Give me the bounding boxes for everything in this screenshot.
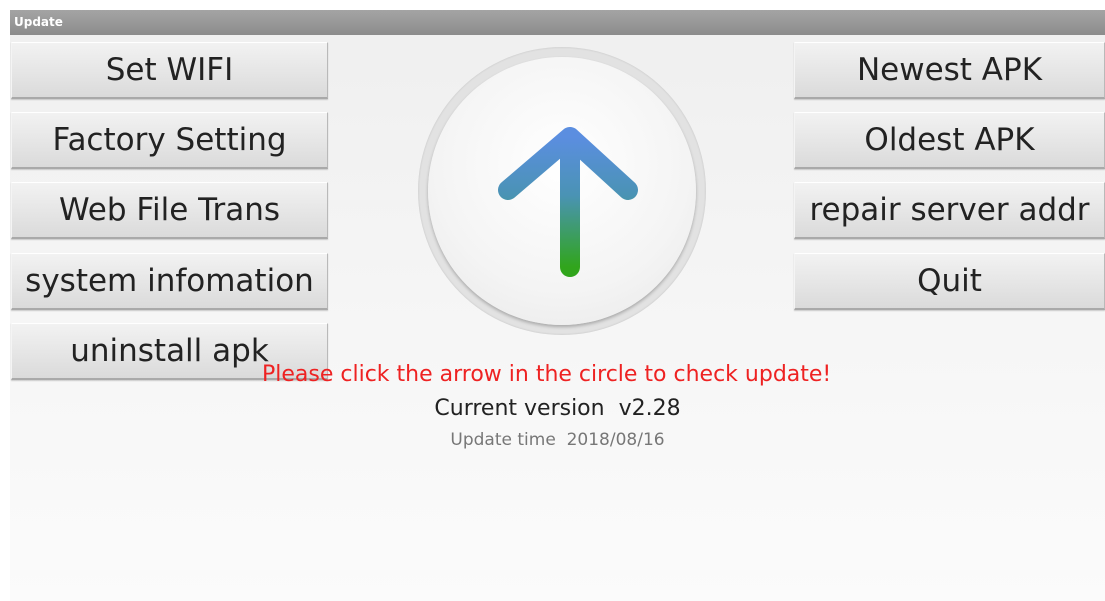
check-update-hint: Please click the arrow in the circle to … <box>262 362 832 387</box>
current-version-label: Current version <box>434 396 605 421</box>
update-circle-ring <box>418 47 706 335</box>
newest-apk-button[interactable]: Newest APK <box>794 42 1105 99</box>
title-bar: Update <box>10 10 1105 35</box>
window-title: Update <box>14 15 63 29</box>
set-wifi-button[interactable]: Set WIFI <box>11 42 328 99</box>
system-information-button[interactable]: system infomation <box>11 253 328 310</box>
repair-server-addr-button[interactable]: repair server addr <box>794 182 1105 239</box>
update-time-value: 2018/08/16 <box>566 430 665 450</box>
current-version: Current version v2.28 <box>10 396 1105 422</box>
current-version-value: v2.28 <box>618 396 681 421</box>
web-file-trans-button[interactable]: Web File Trans <box>11 182 328 239</box>
factory-setting-button[interactable]: Factory Setting <box>11 112 328 169</box>
check-update-button[interactable] <box>428 57 696 325</box>
update-time-label: Update time <box>450 430 556 450</box>
arrow-up-icon[interactable] <box>428 57 696 325</box>
quit-button[interactable]: Quit <box>794 253 1105 310</box>
update-window: Update Set WIFI Factory Setting Web File… <box>10 10 1105 601</box>
oldest-apk-button[interactable]: Oldest APK <box>794 112 1105 169</box>
update-time: Update time 2018/08/16 <box>10 430 1105 450</box>
